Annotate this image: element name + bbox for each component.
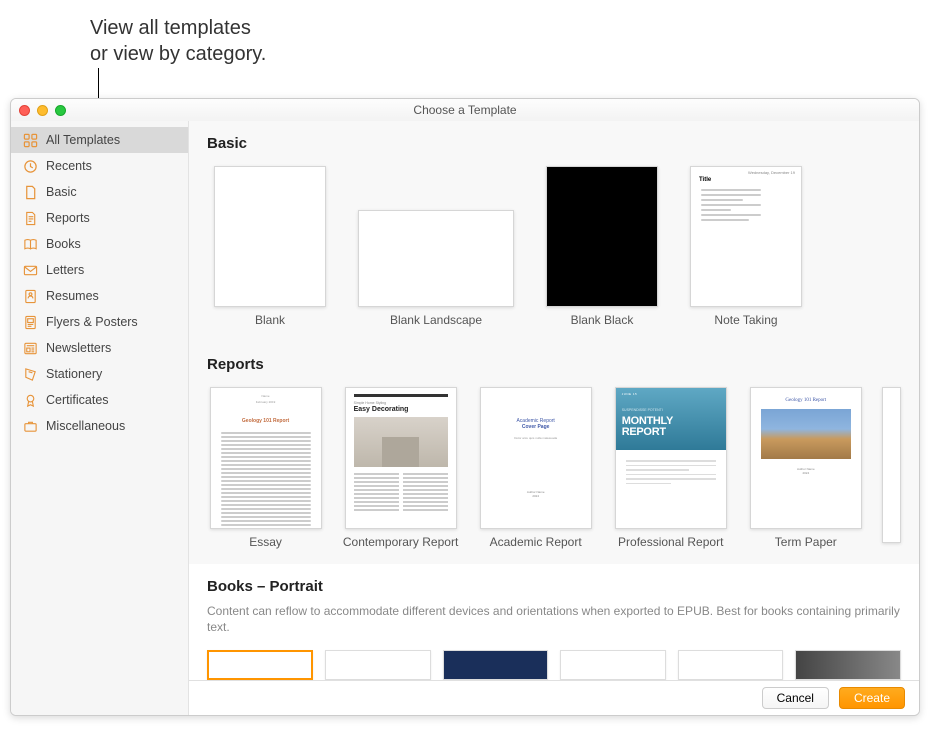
sidebar-item-recents[interactable]: Recents — [11, 153, 188, 179]
template-book-2[interactable] — [325, 650, 431, 680]
sidebar-item-newsletters[interactable]: Newsletters — [11, 335, 188, 361]
sidebar-item-letters[interactable]: Letters — [11, 257, 188, 283]
section-header-reports: Reports — [189, 342, 919, 381]
template-content[interactable]: Basic Blank Blank Landscape Blank Black — [189, 121, 919, 715]
template-label: Blank — [255, 313, 285, 328]
template-thumb: JUNE 15 SUSPENDISSE POTENTI MONTHLYREPOR… — [615, 387, 727, 528]
sidebar: All Templates Recents Basic Reports — [11, 121, 189, 715]
template-thumb: Academic Report Cover Page Dolor arcu qu… — [480, 387, 592, 528]
sidebar-item-flyers-posters[interactable]: Flyers & Posters — [11, 309, 188, 335]
callout-text: View all templates or view by category. — [90, 15, 266, 67]
callout-line2: or view by category. — [90, 41, 266, 67]
grid-icon — [23, 133, 38, 148]
sidebar-item-miscellaneous[interactable]: Miscellaneous — [11, 413, 188, 439]
sidebar-item-label: All Templates — [46, 133, 120, 147]
cancel-button[interactable]: Cancel — [762, 687, 829, 709]
sidebar-item-label: Miscellaneous — [46, 419, 125, 433]
template-label: Blank Black — [571, 313, 634, 328]
sidebar-item-label: Recents — [46, 159, 92, 173]
template-thumb — [214, 166, 326, 307]
template-thumb: Name February 2019 Geology 101 Report — [210, 387, 322, 528]
template-chooser-window: Choose a Template All Templates Recents — [10, 98, 920, 716]
section-row-books — [189, 644, 919, 680]
template-thumb: Wednesday, December 19 Title — [690, 166, 802, 307]
envelope-icon — [23, 263, 38, 278]
sidebar-item-label: Reports — [46, 211, 90, 225]
sidebar-item-label: Newsletters — [46, 341, 111, 355]
footer: Cancel Create — [189, 680, 919, 715]
template-thumb: Simple Home Styling Easy Decorating — [345, 387, 457, 528]
sidebar-item-basic[interactable]: Basic — [11, 179, 188, 205]
sidebar-item-books[interactable]: Books — [11, 231, 188, 257]
template-label: Professional Report — [618, 535, 723, 550]
doc-icon — [23, 185, 38, 200]
close-window-button[interactable] — [19, 105, 30, 116]
template-thumb — [358, 210, 514, 307]
template-note-taking[interactable]: Wednesday, December 19 Title Note Taking — [683, 166, 809, 328]
sidebar-item-label: Resumes — [46, 289, 99, 303]
template-term-paper[interactable]: Geology 101 Report Author Name2024 Term … — [747, 387, 864, 549]
sidebar-item-label: Books — [46, 237, 81, 251]
template-book-3[interactable] — [443, 650, 549, 680]
zoom-window-button[interactable] — [55, 105, 66, 116]
template-essay[interactable]: Name February 2019 Geology 101 Report Es… — [207, 387, 324, 549]
callout-line1: View all templates — [90, 15, 266, 41]
template-label: Contemporary Report — [343, 535, 458, 550]
sidebar-item-label: Certificates — [46, 393, 109, 407]
traffic-lights — [19, 105, 66, 116]
template-blank[interactable]: Blank — [207, 166, 333, 328]
book-icon — [23, 237, 38, 252]
template-label: Blank Landscape — [390, 313, 482, 328]
template-academic-report[interactable]: Academic Report Cover Page Dolor arcu qu… — [477, 387, 594, 549]
ribbon-icon — [23, 393, 38, 408]
misc-icon — [23, 419, 38, 434]
create-button[interactable]: Create — [839, 687, 905, 709]
template-book-1[interactable] — [207, 650, 313, 680]
doc-text-icon — [23, 211, 38, 226]
sidebar-item-stationery[interactable]: Stationery — [11, 361, 188, 387]
template-label: Essay — [249, 535, 282, 550]
sidebar-item-all-templates[interactable]: All Templates — [11, 127, 188, 153]
template-blank-black[interactable]: Blank Black — [539, 166, 665, 328]
template-label: Term Paper — [775, 535, 837, 550]
template-book-5[interactable] — [678, 650, 784, 680]
sidebar-item-reports[interactable]: Reports — [11, 205, 188, 231]
stationery-icon — [23, 367, 38, 382]
template-peek[interactable] — [882, 387, 901, 543]
window-title: Choose a Template — [11, 103, 919, 117]
clock-icon — [23, 159, 38, 174]
sidebar-item-label: Stationery — [46, 367, 102, 381]
person-icon — [23, 289, 38, 304]
section-row-basic: Blank Blank Landscape Blank Black Wednes… — [189, 160, 919, 342]
news-icon — [23, 341, 38, 356]
minimize-window-button[interactable] — [37, 105, 48, 116]
template-book-6[interactable] — [795, 650, 901, 680]
sidebar-item-label: Letters — [46, 263, 84, 277]
template-label: Academic Report — [490, 535, 582, 550]
poster-icon — [23, 315, 38, 330]
titlebar: Choose a Template — [11, 99, 919, 121]
sidebar-item-resumes[interactable]: Resumes — [11, 283, 188, 309]
template-thumb: Geology 101 Report Author Name2024 — [750, 387, 862, 528]
sidebar-item-label: Basic — [46, 185, 77, 199]
template-contemporary-report[interactable]: Simple Home Styling Easy Decorating Cont… — [342, 387, 459, 549]
section-header-books: Books – Portrait — [189, 564, 919, 603]
section-description-books: Content can reflow to accommodate differ… — [189, 603, 919, 645]
template-thumb — [546, 166, 658, 307]
sidebar-item-certificates[interactable]: Certificates — [11, 387, 188, 413]
template-blank-landscape[interactable]: Blank Landscape — [351, 166, 521, 328]
template-professional-report[interactable]: JUNE 15 SUSPENDISSE POTENTI MONTHLYREPOR… — [612, 387, 729, 549]
template-label: Note Taking — [714, 313, 777, 328]
template-book-4[interactable] — [560, 650, 666, 680]
section-header-basic: Basic — [189, 121, 919, 160]
sidebar-item-label: Flyers & Posters — [46, 315, 138, 329]
section-row-reports: Name February 2019 Geology 101 Report Es… — [189, 381, 919, 563]
